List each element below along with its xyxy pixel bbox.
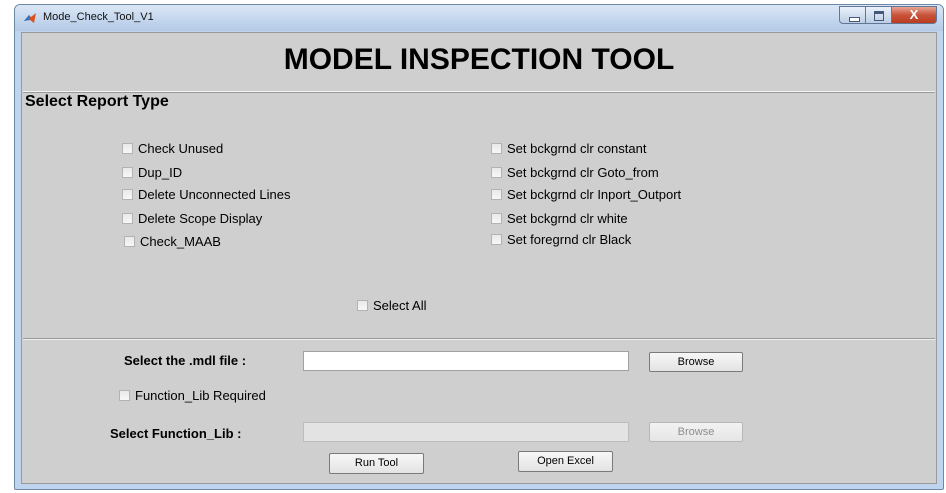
- checkbox-label: Set bckgrnd clr white: [507, 211, 628, 226]
- checkbox-box[interactable]: [491, 234, 502, 245]
- window-title: Mode_Check_Tool_V1: [43, 11, 154, 23]
- checkbox-label: Function_Lib Required: [135, 388, 266, 403]
- checkbox-label: Set bckgrnd clr constant: [507, 141, 647, 156]
- panel-divider: [23, 338, 935, 340]
- checkbox-box[interactable]: [122, 143, 133, 154]
- maximize-button[interactable]: [866, 6, 892, 24]
- checkbox-box[interactable]: [491, 143, 502, 154]
- open-excel-button[interactable]: Open Excel: [518, 451, 613, 472]
- checkbox-box[interactable]: [491, 213, 502, 224]
- checkbox-dup-id[interactable]: Dup_ID: [122, 165, 182, 180]
- checkbox-box[interactable]: [122, 167, 133, 178]
- checkbox-box[interactable]: [124, 236, 135, 247]
- checkbox-label: Delete Scope Display: [138, 211, 263, 226]
- checkbox-box[interactable]: [491, 167, 502, 178]
- browse-mdl-button[interactable]: Browse: [649, 352, 743, 372]
- maximize-icon: [874, 11, 884, 21]
- mdl-file-label: Select the .mdl file :: [124, 353, 247, 368]
- checkbox-label: Check_MAAB: [140, 234, 221, 249]
- checkbox-label: Dup_ID: [138, 165, 183, 180]
- checkbox-box[interactable]: [119, 390, 130, 401]
- checkbox-check-unused[interactable]: Check Unused: [122, 141, 223, 156]
- minimize-icon: [849, 17, 860, 22]
- title-bar[interactable]: Mode_Check_Tool_V1 X: [15, 5, 943, 31]
- checkbox-label: Select All: [373, 298, 427, 313]
- close-icon: X: [909, 7, 919, 22]
- checkbox-bg-goto-from[interactable]: Set bckgrnd clr Goto_from: [491, 165, 659, 180]
- checkbox-check-maab[interactable]: Check_MAAB: [124, 234, 221, 249]
- checkbox-label: Check Unused: [138, 141, 224, 156]
- checkbox-delete-unconnected-lines[interactable]: Delete Unconnected Lines: [122, 187, 291, 202]
- checkbox-label: Set bckgrnd clr Goto_from: [507, 165, 659, 180]
- close-button[interactable]: X: [892, 6, 937, 24]
- window-controls: X: [839, 6, 937, 25]
- checkbox-label: Delete Unconnected Lines: [138, 187, 291, 202]
- minimize-button[interactable]: [839, 6, 866, 24]
- panel-title-report-type: Select Report Type: [23, 93, 171, 111]
- checkbox-box[interactable]: [122, 213, 133, 224]
- function-lib-label: Select Function_Lib :: [110, 426, 242, 441]
- page-title: MODEL INSPECTION TOOL: [283, 43, 675, 76]
- checkbox-fg-black[interactable]: Set foregrnd clr Black: [491, 232, 631, 247]
- checkbox-label: Set bckgrnd clr Inport_Outport: [507, 187, 682, 202]
- matlab-icon: [24, 13, 36, 23]
- mdl-file-input[interactable]: [303, 351, 629, 371]
- checkbox-bg-constant[interactable]: Set bckgrnd clr constant: [491, 141, 646, 156]
- checkbox-delete-scope-display[interactable]: Delete Scope Display: [122, 211, 262, 226]
- checkbox-bg-white[interactable]: Set bckgrnd clr white: [491, 211, 628, 226]
- browse-function-lib-button[interactable]: Browse: [649, 422, 743, 442]
- checkbox-select-all[interactable]: Select All: [357, 298, 426, 313]
- checkbox-box[interactable]: [122, 189, 133, 200]
- checkbox-label: Set foregrnd clr Black: [507, 232, 632, 247]
- client-area: MODEL INSPECTION TOOL Select Report Type…: [21, 32, 937, 484]
- checkbox-function-lib-required[interactable]: Function_Lib Required: [119, 388, 266, 403]
- checkbox-box[interactable]: [491, 189, 502, 200]
- checkbox-box[interactable]: [357, 300, 368, 311]
- checkbox-bg-inport-outport[interactable]: Set bckgrnd clr Inport_Outport: [491, 187, 681, 202]
- function-lib-input[interactable]: [303, 422, 629, 442]
- app-window: Mode_Check_Tool_V1 X MODEL INSPECTION TO…: [14, 4, 944, 490]
- run-tool-button[interactable]: Run Tool: [329, 453, 424, 474]
